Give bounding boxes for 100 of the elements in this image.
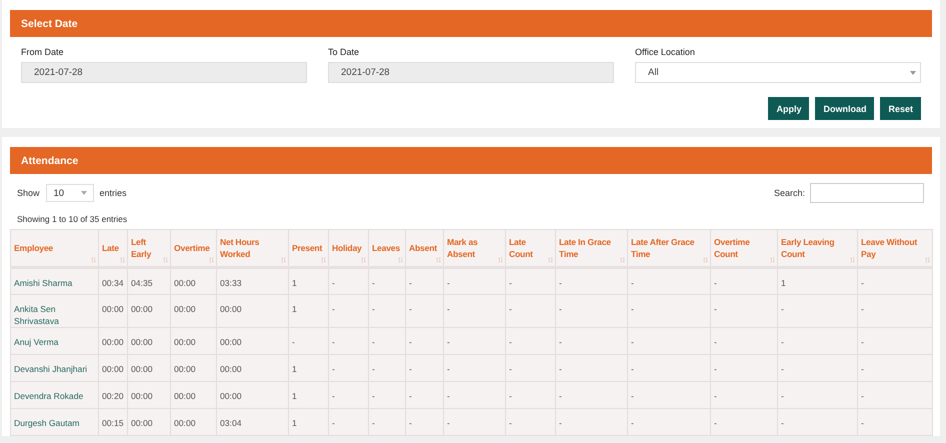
table-cell: -: [406, 328, 444, 354]
employee-link[interactable]: Devendra Rokade: [10, 382, 98, 408]
action-button[interactable]: Apply: [768, 97, 810, 120]
table-cell: -: [556, 382, 628, 408]
search-label: Search:: [774, 188, 805, 198]
table-cell: -: [858, 408, 932, 436]
table-cell: -: [628, 328, 710, 354]
page-size-select[interactable]: 10: [46, 184, 94, 202]
sort-icon: [620, 257, 625, 263]
table-cell: 00:00: [170, 268, 216, 294]
table-cell: 00:00: [128, 354, 170, 382]
table-cell: 1: [288, 382, 328, 408]
table-cell: -: [506, 328, 556, 354]
table-cell: 03:33: [216, 268, 288, 294]
table-cell: -: [710, 294, 778, 328]
table-cell: -: [368, 408, 406, 436]
table-cell: 00:00: [128, 382, 170, 408]
table-cell: -: [328, 294, 368, 328]
table-cell: -: [628, 408, 710, 436]
sort-icon: [120, 257, 125, 263]
sort-icon: [361, 257, 366, 263]
table-cell: -: [858, 382, 932, 408]
table-cell: -: [328, 382, 368, 408]
table-cell: -: [506, 408, 556, 436]
table-cell: -: [406, 294, 444, 328]
table-cell: 00:34: [98, 268, 128, 294]
table-cell: -: [506, 294, 556, 328]
action-button[interactable]: Download: [815, 97, 874, 120]
table-cell: -: [710, 354, 778, 382]
table-cell: -: [556, 408, 628, 436]
table-cell: -: [328, 408, 368, 436]
table-cell: -: [628, 354, 710, 382]
table-cell: 1: [288, 294, 328, 328]
table-cell: -: [556, 268, 628, 294]
table-cell: 04:35: [128, 268, 170, 294]
table-cell: -: [406, 354, 444, 382]
action-button[interactable]: Reset: [880, 97, 921, 120]
table-cell: -: [368, 354, 406, 382]
employee-link[interactable]: Amishi Sharma: [10, 268, 98, 294]
table-cell: -: [710, 408, 778, 436]
table-cell: -: [858, 294, 932, 328]
show-label: Show: [17, 188, 40, 198]
entries-info: Showing 1 to 10 of 35 entries: [16, 213, 128, 226]
table-cell: -: [444, 268, 506, 294]
date-field[interactable]: 2021-07-28: [21, 62, 307, 83]
table-cell: -: [858, 268, 932, 294]
table-cell: 00:00: [128, 294, 170, 328]
table-cell: -: [368, 382, 406, 408]
table-cell: 00:00: [170, 382, 216, 408]
field-label: To Date: [328, 47, 360, 57]
table-cell: -: [328, 354, 368, 382]
sort-icon: [209, 257, 214, 263]
table-cell: 00:00: [170, 294, 216, 328]
table-cell: -: [506, 354, 556, 382]
table-cell: -: [444, 408, 506, 436]
employee-link[interactable]: Devanshi Jhanjhari: [10, 354, 98, 382]
caret-icon: [80, 191, 87, 195]
sort-icon: [850, 257, 855, 263]
date-field[interactable]: 2021-07-28: [328, 62, 614, 83]
table-cell: 00:00: [170, 354, 216, 382]
entries-label: entries: [100, 188, 127, 198]
sort-icon: [163, 257, 168, 263]
location-select[interactable]: All: [635, 62, 921, 83]
table-cell: 1: [288, 354, 328, 382]
table-cell: 00:00: [98, 294, 128, 328]
search-field[interactable]: [810, 183, 924, 203]
table-cell: -: [506, 382, 556, 408]
table-cell: -: [858, 328, 932, 354]
table-cell: -: [710, 382, 778, 408]
table-cell: -: [778, 382, 858, 408]
sort-icon: [398, 257, 403, 263]
table-cell: -: [368, 294, 406, 328]
employee-link[interactable]: Anuj Verma: [10, 328, 98, 354]
sort-icon: [498, 257, 503, 263]
table-cell: -: [406, 268, 444, 294]
table-cell: 00:00: [216, 354, 288, 382]
table-cell: 00:00: [216, 328, 288, 354]
caret-icon: [910, 70, 916, 74]
table-cell: 00:15: [98, 408, 128, 436]
table-cell: 00:00: [128, 328, 170, 354]
sort-icon: [703, 257, 708, 263]
table-cell: 00:00: [170, 328, 216, 354]
table-cell: -: [778, 408, 858, 436]
table-cell: -: [288, 328, 328, 354]
field-label: Office Location: [635, 47, 696, 57]
table-cell: -: [628, 294, 710, 328]
table-cell: -: [328, 328, 368, 354]
table-cell: -: [406, 408, 444, 436]
sort-icon: [925, 257, 930, 263]
table-cell: -: [406, 382, 444, 408]
field-label: From Date: [21, 47, 65, 57]
employee-link[interactable]: Durgesh Gautam: [10, 408, 98, 436]
table-cell: -: [710, 268, 778, 294]
sort-icon: [548, 257, 553, 263]
sort-icon: [436, 257, 441, 263]
employee-link[interactable]: Ankita Sen Shrivastava: [10, 294, 98, 328]
table-cell: 1: [778, 268, 858, 294]
table-cell: 03:04: [216, 408, 288, 436]
table-cell: -: [556, 354, 628, 382]
table-cell: -: [778, 328, 858, 354]
